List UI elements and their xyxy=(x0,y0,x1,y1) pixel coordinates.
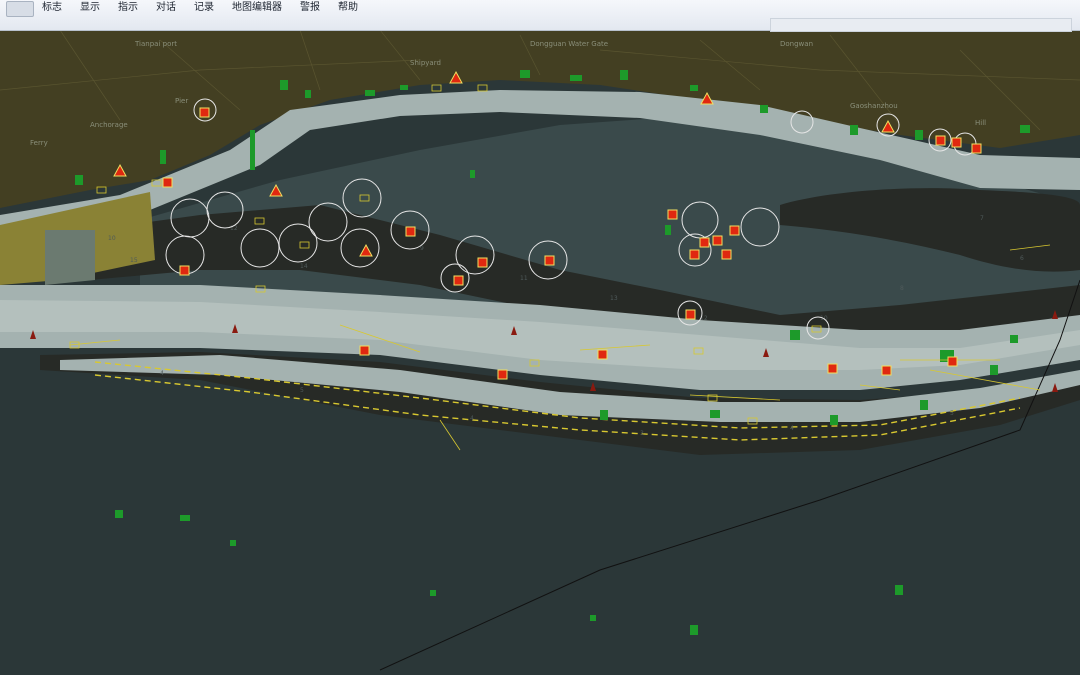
svg-text:4: 4 xyxy=(470,415,474,422)
svg-text:Hill: Hill xyxy=(975,119,986,127)
svg-text:8: 8 xyxy=(900,285,904,292)
menu-map-editor[interactable]: 地图编辑器 xyxy=(232,0,282,14)
svg-text:13: 13 xyxy=(610,295,618,302)
svg-text:15: 15 xyxy=(130,257,138,264)
svg-text:3: 3 xyxy=(640,430,644,437)
ecdis-window: 标志 显示 指示 对话 记录 地图编辑器 警报 帮助 Tianpai port … xyxy=(0,0,1080,675)
svg-text:14: 14 xyxy=(300,263,308,270)
svg-text:Gaoshanzhou: Gaoshanzhou xyxy=(850,102,898,110)
svg-text:5: 5 xyxy=(300,387,304,394)
menu-indicate[interactable]: 指示 xyxy=(118,0,138,14)
menu-bar: 标志 显示 指示 对话 记录 地图编辑器 警报 帮助 xyxy=(0,0,1080,32)
menu-alarm[interactable]: 警报 xyxy=(300,0,320,14)
svg-text:6: 6 xyxy=(1020,255,1024,262)
svg-text:Dongguan Water Gate: Dongguan Water Gate xyxy=(530,40,608,48)
chart-canvas[interactable]: Tianpai port Dongguan Water Gate Shipyar… xyxy=(0,30,1080,675)
chart-svg[interactable]: Tianpai port Dongguan Water Gate Shipyar… xyxy=(0,30,1080,675)
menu-dialog[interactable]: 对话 xyxy=(156,0,176,14)
svg-text:Dongwan: Dongwan xyxy=(780,40,813,48)
status-field xyxy=(770,18,1072,32)
svg-text:4: 4 xyxy=(790,425,794,432)
svg-text:Tianpai port: Tianpai port xyxy=(134,40,177,48)
svg-text:Pier: Pier xyxy=(175,97,188,105)
svg-text:7: 7 xyxy=(980,215,984,222)
menu-flag[interactable]: 标志 xyxy=(42,0,62,14)
reclaimed-block xyxy=(45,230,95,285)
svg-text:10: 10 xyxy=(108,235,116,242)
svg-text:11: 11 xyxy=(520,275,528,282)
menu-help[interactable]: 帮助 xyxy=(338,0,358,14)
svg-text:Ferry: Ferry xyxy=(30,139,48,147)
svg-text:Anchorage: Anchorage xyxy=(90,121,128,129)
menu-display[interactable]: 显示 xyxy=(80,0,100,14)
svg-text:5: 5 xyxy=(950,410,954,417)
menu-record[interactable]: 记录 xyxy=(194,0,214,14)
svg-text:Shipyard: Shipyard xyxy=(410,59,441,67)
svg-text:4: 4 xyxy=(160,370,164,377)
app-icon[interactable] xyxy=(6,1,34,17)
